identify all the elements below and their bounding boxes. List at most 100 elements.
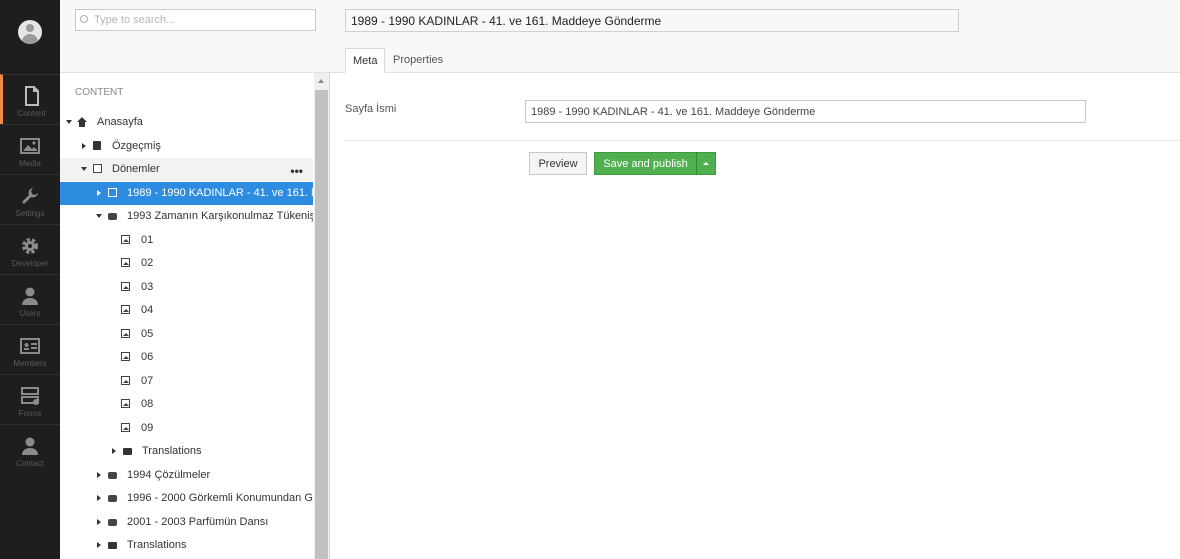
tree-node-label: 05 [141, 328, 154, 340]
caret-up-icon [703, 162, 709, 165]
scroll-up-icon[interactable] [318, 79, 324, 83]
tree-node-label: 03 [141, 281, 154, 293]
section-forms[interactable]: Forms [0, 374, 60, 424]
tree-node-1994[interactable]: 1994 Çözülmeler [60, 464, 313, 487]
editor-panel: Meta Properties Sayfa İsmi Preview Save … [330, 0, 1180, 559]
image-icon [121, 376, 130, 385]
collapse-arrow-icon[interactable] [66, 120, 72, 124]
scrollbar-thumb[interactable] [315, 90, 328, 559]
expand-arrow-icon[interactable] [97, 190, 101, 196]
page-name-field[interactable] [525, 100, 1086, 123]
preview-button[interactable]: Preview [529, 152, 587, 175]
contact-icon [22, 437, 38, 455]
tree-section-label: CONTENT [75, 87, 124, 98]
gear-icon [22, 238, 38, 254]
divider [345, 140, 1180, 141]
tab-properties[interactable]: Properties [386, 48, 450, 73]
section-content[interactable]: Content [0, 74, 60, 124]
section-media[interactable]: Media [0, 124, 60, 174]
image-icon [121, 329, 130, 338]
monitor-icon [108, 188, 117, 197]
collapse-arrow-icon[interactable] [96, 214, 102, 218]
image-icon [121, 282, 130, 291]
section-label: Users [19, 309, 41, 318]
section-members[interactable]: Members [0, 324, 60, 374]
section-label: Forms [18, 409, 42, 418]
section-label: Developer [11, 259, 49, 268]
section-label: Contact [16, 459, 44, 468]
section-label: Content [17, 109, 46, 118]
tree-node-label: Dönemler [112, 163, 160, 175]
expand-arrow-icon[interactable] [97, 542, 101, 548]
publish-options-button[interactable] [696, 152, 716, 175]
expand-arrow-icon[interactable] [82, 143, 86, 149]
save-and-publish-button[interactable]: Save and publish [594, 152, 697, 175]
tree-node-09[interactable]: 09 [60, 417, 313, 440]
tree-node-08[interactable]: 08 [60, 393, 313, 416]
section-developer[interactable]: Developer [0, 224, 60, 274]
tree-node-05[interactable]: 05 [60, 323, 313, 346]
forms-icon [21, 387, 39, 405]
monitor-icon [93, 164, 102, 173]
camera-icon [108, 519, 117, 526]
tab-meta[interactable]: Meta [345, 48, 386, 73]
tree-node-label: Translations [142, 445, 202, 457]
camera-icon [108, 472, 117, 479]
tree-node-ozgecmis[interactable]: Özgeçmiş [60, 135, 313, 158]
search-input[interactable] [94, 12, 312, 28]
tree-node-label: 07 [141, 375, 154, 387]
tree-node-translations-inner[interactable]: Translations [60, 440, 313, 463]
image-icon [121, 399, 130, 408]
section-label: Members [13, 359, 47, 368]
tree-node-anasayfa[interactable]: Anasayfa [60, 111, 313, 134]
image-icon [121, 352, 130, 361]
document-icon [24, 86, 39, 106]
briefcase-icon [93, 141, 101, 150]
tree-node-translations[interactable]: Translations [60, 534, 313, 557]
collapse-arrow-icon[interactable] [81, 167, 87, 171]
tree-node-01[interactable]: 01 [60, 229, 313, 252]
folder-icon [108, 542, 117, 549]
expand-arrow-icon[interactable] [112, 448, 116, 454]
search-box[interactable] [75, 9, 316, 31]
home-icon [77, 117, 87, 127]
tree-node-label: 02 [141, 257, 154, 269]
image-icon [20, 138, 40, 154]
tree-node-label: Özgeçmiş [112, 140, 161, 152]
page-title-input[interactable] [345, 9, 959, 32]
tree-node-04[interactable]: 04 [60, 299, 313, 322]
tree-node-label: 1989 - 1990 KADINLAR - 41. ve 161. Madde… [127, 187, 313, 199]
expand-arrow-icon[interactable] [97, 519, 101, 525]
field-label-page-name: Sayfa İsmi [345, 103, 397, 115]
search-icon [80, 15, 88, 23]
more-options-icon[interactable]: ••• [290, 164, 303, 178]
image-icon [121, 235, 130, 244]
tree-node-label: 1996 - 2000 Görkemli Konumundan Gelen [127, 492, 313, 504]
tree-node-03[interactable]: 03 [60, 276, 313, 299]
id-card-icon [20, 338, 40, 354]
tree-node-02[interactable]: 02 [60, 252, 313, 275]
tree-node-1993[interactable]: 1993 Zamanın Karşıkonulmaz Tükenişi [60, 205, 313, 228]
tree-node-label: 06 [141, 351, 154, 363]
user-avatar[interactable] [18, 20, 42, 44]
tree-node-label: 1994 Çözülmeler [127, 469, 211, 481]
wrench-icon [22, 188, 38, 204]
section-users[interactable]: Users [0, 274, 60, 324]
tree-node-donemler[interactable]: Dönemler ••• [60, 158, 313, 181]
tree-node-07[interactable]: 07 [60, 370, 313, 393]
tree-node-1989[interactable]: 1989 - 1990 KADINLAR - 41. ve 161. Madde… [60, 182, 313, 205]
section-label: Settings [15, 209, 45, 218]
tree-node-06[interactable]: 06 [60, 346, 313, 369]
section-settings[interactable]: Settings [0, 174, 60, 224]
tree-scrollbar[interactable] [314, 73, 329, 559]
section-contact[interactable]: Contact [0, 424, 60, 474]
tree-node-1996[interactable]: 1996 - 2000 Görkemli Konumundan Gelen [60, 487, 313, 510]
tree-node-label: 2001 - 2003 Parfümün Dansı [127, 516, 269, 528]
folder-icon [123, 448, 132, 455]
tree-node-2001[interactable]: 2001 - 2003 Parfümün Dansı [60, 511, 313, 534]
expand-arrow-icon[interactable] [97, 472, 101, 478]
tree-node-label: 1993 Zamanın Karşıkonulmaz Tükenişi [127, 210, 313, 222]
image-icon [121, 258, 130, 267]
tree-node-label: Anasayfa [97, 116, 143, 128]
expand-arrow-icon[interactable] [97, 495, 101, 501]
